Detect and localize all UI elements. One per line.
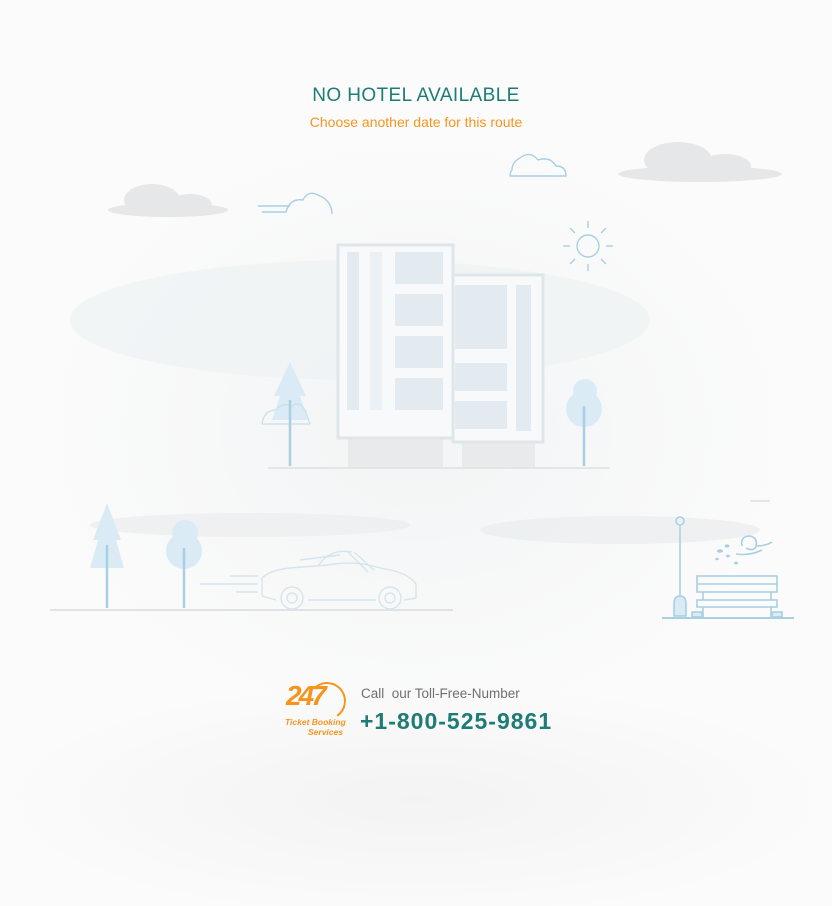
leaves-icon bbox=[715, 544, 738, 565]
grey-cloud-left bbox=[108, 184, 228, 217]
building-base-right bbox=[462, 440, 535, 468]
logo-number: 247 bbox=[286, 680, 327, 711]
phone-number-link[interactable]: +1-800-525-9861 bbox=[360, 708, 552, 735]
hotel-building-left bbox=[336, 243, 455, 440]
outline-cloud-left bbox=[258, 192, 333, 214]
haze-lower bbox=[480, 516, 760, 544]
building-base-left bbox=[348, 438, 443, 468]
toll-free-contact: 247 Ticket Booking Services Call our Tol… bbox=[284, 678, 574, 740]
sun-icon bbox=[563, 221, 613, 271]
ticket-booking-247-logo: 247 Ticket Booking Services bbox=[284, 678, 350, 738]
no-hotel-illustration bbox=[50, 142, 794, 619]
logo-tagline-2: Services bbox=[308, 727, 343, 737]
hotel-building-right bbox=[451, 273, 545, 444]
logo-tagline-1: Ticket Booking bbox=[285, 717, 346, 727]
call-label: Call our Toll-Free-Number bbox=[361, 686, 520, 701]
grey-cloud-right bbox=[618, 142, 782, 182]
outline-cloud-right bbox=[509, 153, 567, 177]
car-icon bbox=[200, 550, 417, 610]
tree-icon-building-right bbox=[566, 379, 602, 466]
haze-left bbox=[90, 513, 410, 537]
